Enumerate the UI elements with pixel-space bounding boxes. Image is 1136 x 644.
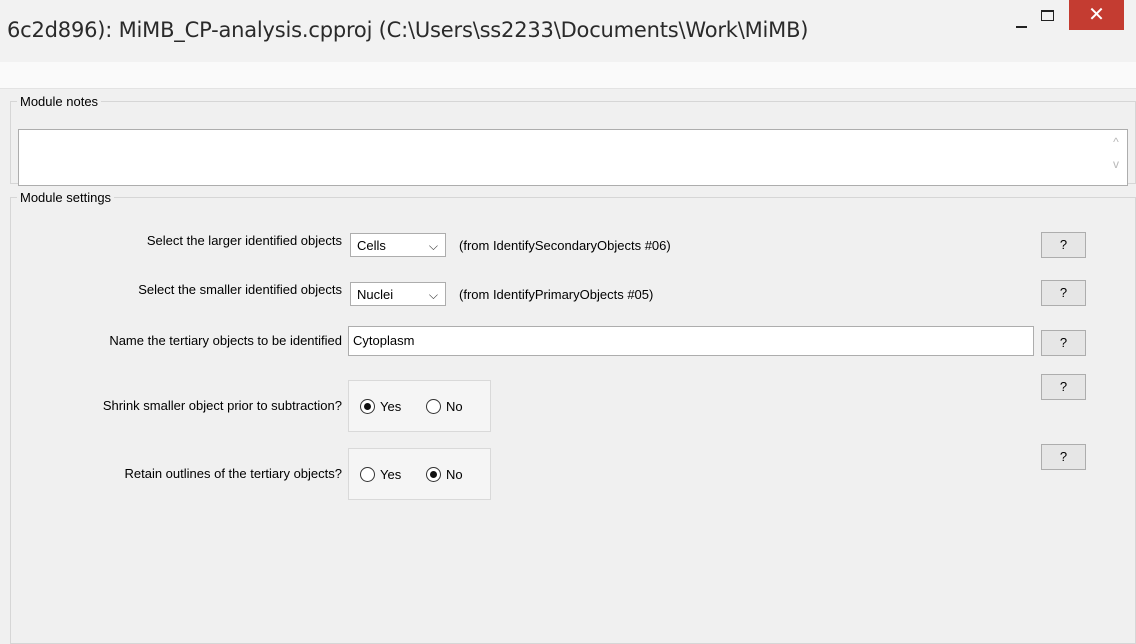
smaller-objects-select[interactable]: Nuclei ⌵ <box>350 282 446 306</box>
retain-yes-radio[interactable] <box>360 467 375 482</box>
shrink-yes-radio[interactable] <box>360 399 375 414</box>
help-button-smaller-objects[interactable]: ? <box>1041 280 1086 306</box>
chevron-down-icon: ⌵ <box>428 288 438 302</box>
tertiary-name-input[interactable]: Cytoplasm <box>348 326 1034 356</box>
retain-outlines-radio-group: Yes No <box>348 448 491 500</box>
close-button[interactable]: ✕ <box>1069 0 1124 30</box>
help-button-tertiary-name[interactable]: ? <box>1041 330 1086 356</box>
help-button-shrink[interactable]: ? <box>1041 374 1086 400</box>
retain-yes-label[interactable]: Yes <box>380 467 401 483</box>
toolbar-strip <box>0 62 1136 89</box>
retain-no-label[interactable]: No <box>446 467 463 483</box>
module-notes-textarea[interactable]: ^ v <box>18 129 1128 186</box>
setting-label-shrink: Shrink smaller object prior to subtracti… <box>102 398 342 413</box>
larger-objects-source: (from IdentifySecondaryObjects #06) <box>459 238 671 253</box>
help-button-retain-outlines[interactable]: ? <box>1041 444 1086 470</box>
help-button-larger-objects[interactable]: ? <box>1041 232 1086 258</box>
shrink-no-radio[interactable] <box>426 399 441 414</box>
window-title: 6c2d896): MiMB_CP-analysis.cpproj (C:\Us… <box>7 18 809 42</box>
larger-objects-value: Cells <box>357 238 386 253</box>
chevron-down-icon: ⌵ <box>428 239 438 253</box>
smaller-objects-source: (from IdentifyPrimaryObjects #05) <box>459 287 654 302</box>
setting-label-tertiary-name: Name the tertiary objects to be identifi… <box>109 333 342 348</box>
window-titlebar: 6c2d896): MiMB_CP-analysis.cpproj (C:\Us… <box>0 0 1136 63</box>
scroll-down-arrow-icon[interactable]: v <box>1109 157 1123 171</box>
close-icon: ✕ <box>1088 2 1105 26</box>
module-settings-label: Module settings <box>20 190 112 205</box>
maximize-icon <box>1041 10 1054 21</box>
retain-no-radio[interactable] <box>426 467 441 482</box>
setting-label-retain-outlines: Retain outlines of the tertiary objects? <box>124 466 342 481</box>
shrink-radio-group: Yes No <box>348 380 491 432</box>
shrink-yes-label[interactable]: Yes <box>380 399 401 415</box>
module-settings-group: Module settings <box>10 190 1136 644</box>
setting-label-larger-objects: Select the larger identified objects <box>146 233 342 248</box>
smaller-objects-value: Nuclei <box>357 287 394 302</box>
setting-label-smaller-objects: Select the smaller identified objects <box>138 282 342 297</box>
module-notes-group: Module notes ^ v <box>10 94 1136 186</box>
scroll-up-arrow-icon[interactable]: ^ <box>1109 135 1123 149</box>
module-notes-label: Module notes <box>20 94 99 109</box>
shrink-no-label[interactable]: No <box>446 399 463 415</box>
maximize-button[interactable] <box>1025 0 1069 36</box>
larger-objects-select[interactable]: Cells ⌵ <box>350 233 446 257</box>
